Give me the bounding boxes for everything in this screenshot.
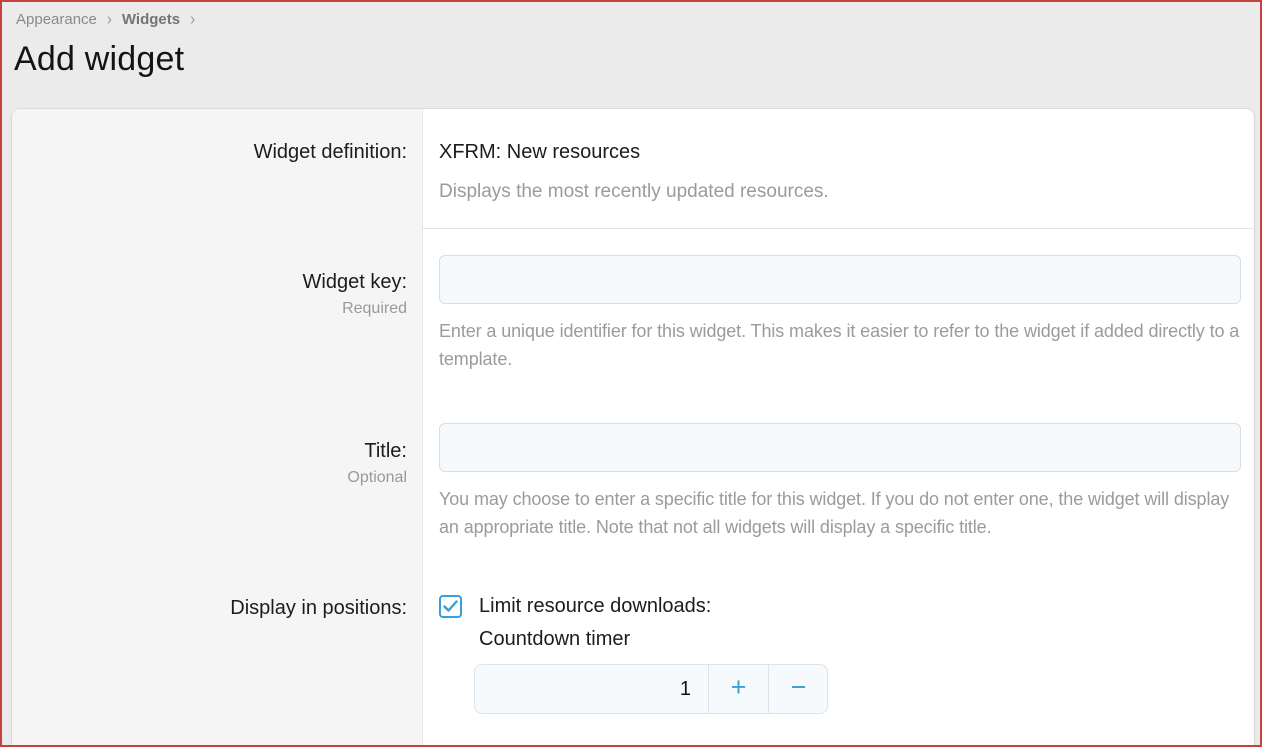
add-widget-form: Widget definition: XFRM: New resources D… — [12, 109, 1254, 747]
title-label: Title: — [12, 438, 407, 464]
title-optional-hint: Optional — [12, 469, 407, 487]
form-row-display-positions: Display in positions: Limit resource dow… — [12, 569, 1254, 744]
breadcrumb-item-appearance[interactable]: Appearance — [16, 11, 97, 28]
limit-resource-downloads-checkbox-label[interactable]: Limit resource downloads: — [479, 595, 711, 618]
form-row-widget-definition: Widget definition: XFRM: New resources D… — [12, 109, 1254, 229]
widget-key-input[interactable] — [439, 255, 1241, 304]
decrement-button[interactable]: − — [768, 665, 828, 713]
chevron-right-icon: › — [190, 11, 195, 28]
breadcrumb-item-widgets[interactable]: Widgets — [122, 11, 180, 28]
increment-button[interactable]: + — [708, 665, 768, 713]
page-title: Add widget — [2, 28, 1260, 79]
widget-key-explanation: Enter a unique identifier for this widge… — [439, 317, 1241, 373]
form-row-widget-key: Widget key: Required Enter a unique iden… — [12, 229, 1254, 398]
widget-definition-label: Widget definition: — [12, 139, 407, 165]
widget-key-required-hint: Required — [12, 300, 407, 318]
breadcrumb: Appearance › Widgets › — [2, 2, 1260, 28]
widget-definition-value: XFRM: New resources — [439, 139, 1241, 165]
admin-page: Appearance › Widgets › Add widget Widget… — [0, 0, 1262, 747]
check-icon — [443, 600, 458, 613]
widget-key-label: Widget key: — [12, 269, 407, 295]
widget-definition-description: Displays the most recently updated resou… — [439, 181, 1241, 203]
title-input[interactable] — [439, 423, 1241, 472]
countdown-timer-stepper: + − — [474, 664, 828, 714]
form-row-title: Title: Optional You may choose to enter … — [12, 398, 1254, 569]
title-explanation: You may choose to enter a specific title… — [439, 485, 1241, 541]
countdown-timer-value-input[interactable] — [475, 665, 708, 713]
display-positions-label: Display in positions: — [12, 595, 407, 621]
limit-resource-downloads-checkbox[interactable] — [439, 595, 462, 618]
chevron-right-icon: › — [107, 11, 112, 28]
countdown-timer-label: Countdown timer — [479, 628, 1241, 651]
limit-resource-downloads-option[interactable]: Limit resource downloads: — [439, 595, 1241, 618]
